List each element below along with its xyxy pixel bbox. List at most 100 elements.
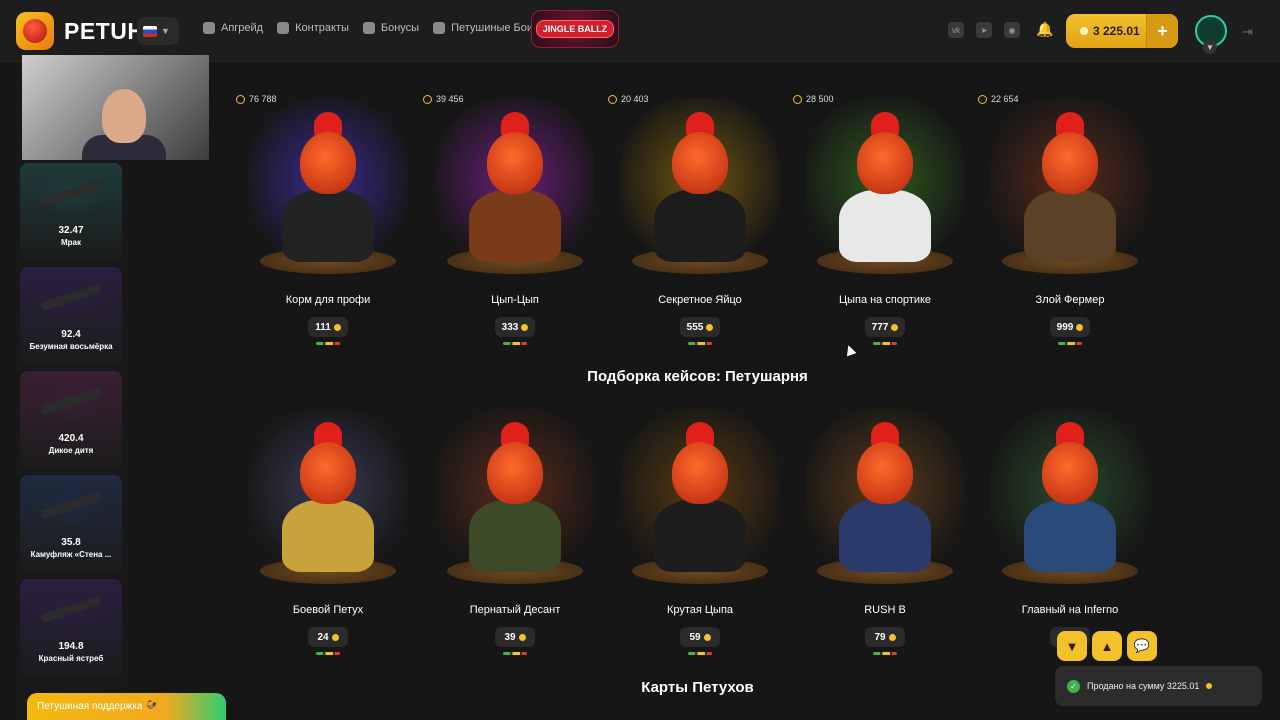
live-drop-item[interactable]: 92.4 Безумная восьмёрка — [20, 267, 122, 363]
weapon-skin-image — [34, 587, 108, 631]
rooster-body — [282, 500, 374, 572]
coin-icon — [1206, 683, 1213, 689]
promo-label: JINGLE BALLZ — [535, 20, 615, 38]
case-price[interactable]: 111 — [308, 317, 348, 337]
drop-price: 194.8 — [58, 641, 84, 652]
rarity-bar — [873, 342, 897, 345]
rooster-head — [1042, 132, 1098, 194]
add-funds-button[interactable]: + — [1146, 14, 1178, 48]
opened-count: 20 403 — [608, 94, 649, 104]
rooster-body — [282, 190, 374, 262]
case-price[interactable]: 59 — [680, 627, 720, 647]
bell-icon[interactable]: 🔔 — [1036, 21, 1053, 39]
coin-ring-icon — [423, 94, 432, 104]
rooster-body — [1024, 190, 1116, 262]
chevron-down-icon[interactable]: ▼ — [1203, 40, 1217, 54]
mouse-cursor — [843, 343, 857, 357]
rooster-case-image — [805, 98, 965, 278]
rooster-case-image — [990, 98, 1150, 278]
support-chat-button[interactable]: Петушиная поддержка 🐓 — [27, 693, 226, 720]
rarity-bar — [688, 342, 712, 345]
case-price[interactable]: 999 — [1050, 317, 1090, 337]
rooster-head — [300, 132, 356, 194]
rooster-body — [839, 190, 931, 262]
coin-icon — [1080, 27, 1088, 35]
drop-name: Красный ястреб — [38, 654, 104, 663]
weapon-skin-image — [34, 275, 108, 319]
rarity-bar — [503, 652, 527, 655]
rooster-body — [1024, 500, 1116, 572]
live-drop-item[interactable]: 32.47 Мрак — [20, 163, 122, 259]
contracts-icon — [277, 22, 290, 34]
coin-icon — [703, 633, 711, 641]
gift-icon — [362, 22, 375, 34]
rarity-bar — [503, 342, 527, 345]
case-price[interactable]: 79 — [865, 627, 905, 647]
nav-contracts[interactable]: Контракты — [277, 22, 349, 34]
drop-price: 92.4 — [61, 329, 81, 340]
coin-icon — [891, 323, 899, 331]
scroll-up-button[interactable]: ▲ — [1092, 631, 1122, 661]
rooster-case-image — [620, 98, 780, 278]
drop-name: Камуфляж «Стена ... — [30, 550, 112, 559]
rooster-head — [857, 132, 913, 194]
rooster-case-image — [435, 408, 595, 588]
russia-flag-icon — [143, 25, 157, 37]
telegram-icon[interactable]: ➤ — [976, 22, 992, 38]
language-selector[interactable]: ▼ — [137, 17, 179, 45]
live-drop-item[interactable]: 420.4 Дикое дитя — [20, 371, 122, 467]
balance-value: 3 225.01 — [1093, 24, 1140, 38]
filter-button[interactable]: ▼ — [1057, 631, 1087, 661]
toast-text: Продано на сумму 3225.01 — [1087, 681, 1200, 691]
case-price[interactable]: 333 — [495, 317, 535, 337]
case-name: Боевой Петух — [292, 604, 364, 616]
jingle-ballz-promo[interactable]: JINGLE BALLZ — [531, 10, 619, 48]
drop-price: 32.47 — [58, 225, 84, 236]
live-drop-item[interactable]: 35.8 Камуфляж «Стена ... — [20, 475, 122, 571]
case-price[interactable]: 24 — [308, 627, 348, 647]
battle-icon — [433, 22, 446, 34]
nav-bonuses[interactable]: Бонусы — [362, 22, 420, 34]
coin-icon — [888, 633, 896, 641]
streamer-face — [102, 89, 146, 143]
opened-count: 39 456 — [423, 94, 464, 104]
rarity-bar — [1058, 342, 1082, 345]
case-name: Цыпа на спортике — [838, 294, 932, 306]
case-name: Пернатый Десант — [469, 604, 561, 616]
drop-price: 35.8 — [61, 537, 81, 548]
discord-icon[interactable]: ◉ — [1004, 22, 1020, 38]
live-drop-item[interactable]: 194.8 Красный ястреб — [20, 579, 122, 675]
rooster-case-image — [248, 408, 408, 588]
chat-button[interactable]: 💬 — [1127, 631, 1157, 661]
rooster-head — [672, 442, 728, 504]
coin-ring-icon — [608, 94, 617, 104]
rooster-head — [672, 132, 728, 194]
rooster-case-image — [805, 408, 965, 588]
case-price[interactable]: 39 — [495, 627, 535, 647]
nav-label: Контракты — [295, 22, 349, 34]
nav-battles[interactable]: Петушиные Бои — [433, 22, 533, 34]
logo[interactable] — [16, 12, 54, 50]
support-label: Петушиная поддержка — [37, 701, 143, 712]
nav-upgrade[interactable]: Апгрейд — [203, 22, 263, 34]
nav-label: Апгрейд — [221, 22, 264, 34]
top-bar: PETUH ▼ Апгрейд Контракты Бонусы Петушин… — [0, 0, 1280, 62]
case-name: Корм для профи — [285, 294, 371, 306]
vk-icon[interactable]: vk — [948, 22, 964, 38]
brand-name[interactable]: PETUH — [64, 18, 144, 45]
rooster-head — [487, 132, 543, 194]
rooster-head — [300, 442, 356, 504]
weapon-skin-image — [34, 483, 108, 527]
case-name: Крутая Цыпа — [666, 604, 734, 616]
nav-label: Бонусы — [380, 22, 420, 34]
check-icon: ✓ — [1067, 679, 1080, 693]
coin-icon — [518, 633, 526, 641]
case-price[interactable]: 555 — [680, 317, 720, 337]
logout-icon[interactable]: ⇥ — [1242, 24, 1256, 39]
balance-button[interactable]: 3 225.01 + — [1066, 14, 1178, 48]
rarity-bar — [316, 342, 340, 345]
coin-icon — [706, 323, 714, 331]
weapon-skin-image — [34, 379, 108, 423]
sold-notification: ✓ Продано на сумму 3225.01 — [1055, 666, 1262, 706]
case-price[interactable]: 777 — [865, 317, 905, 337]
